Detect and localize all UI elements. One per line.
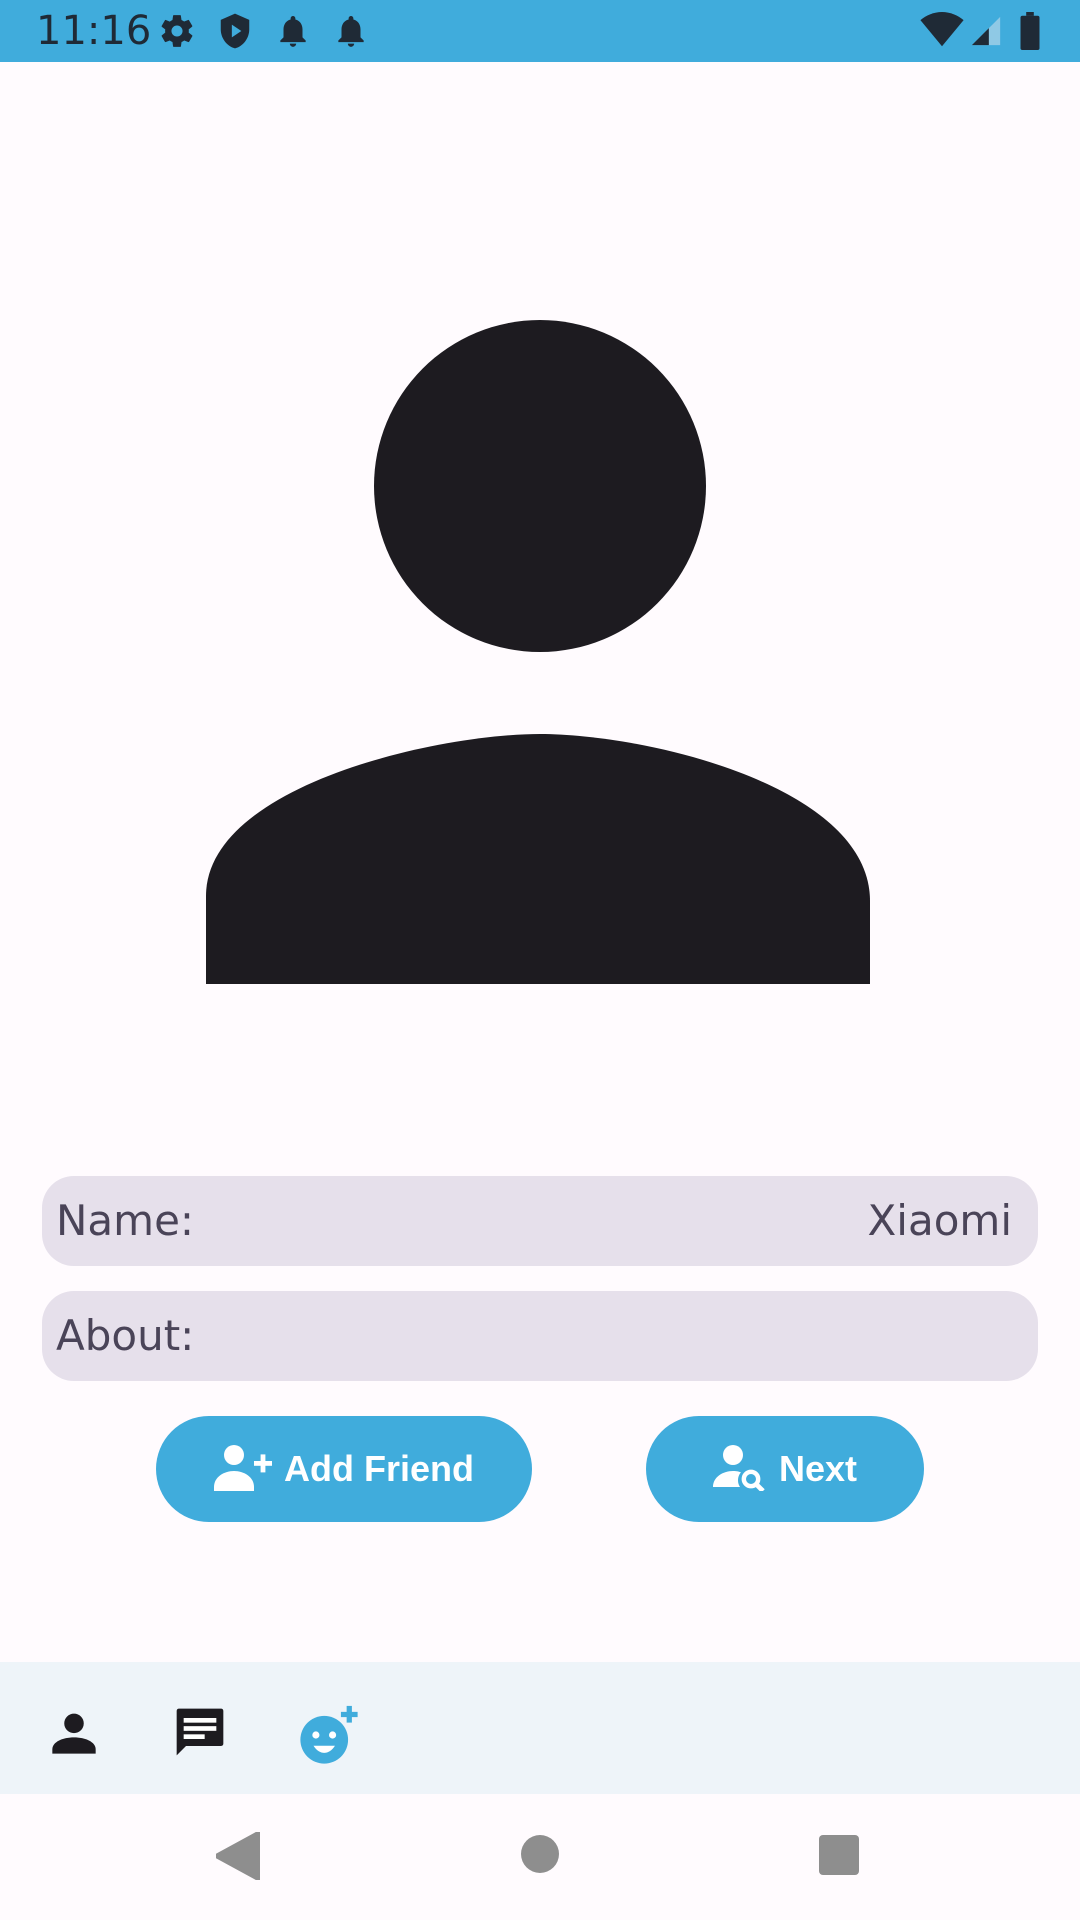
- wifi-icon: [920, 12, 964, 53]
- add-friend-button[interactable]: Add Friend: [156, 1416, 532, 1522]
- next-label: Next: [778, 1448, 858, 1489]
- bottom-nav: [0, 1662, 1080, 1794]
- name-value: Xiaomi: [867, 1196, 1012, 1245]
- status-time: 11:16: [36, 8, 152, 54]
- bell-icon: [274, 12, 312, 55]
- bell-icon: [332, 12, 370, 55]
- about-field[interactable]: About:: [42, 1291, 1038, 1381]
- status-bar: 11:16: [0, 0, 1080, 62]
- back-icon[interactable]: [214, 1830, 262, 1885]
- person-search-icon: [712, 1443, 769, 1496]
- home-icon[interactable]: [520, 1834, 560, 1879]
- profile-avatar: [206, 316, 874, 984]
- shield-play-icon: [216, 12, 254, 55]
- add-friend-label: Add Friend: [284, 1448, 474, 1489]
- name-field[interactable]: Name: Xiaomi: [42, 1176, 1038, 1266]
- about-label: About:: [56, 1311, 195, 1360]
- settings-icon: [158, 12, 196, 55]
- system-nav-bar: [0, 1794, 1080, 1920]
- nav-face-add-icon[interactable]: [298, 1704, 360, 1771]
- name-label: Name:: [56, 1196, 195, 1245]
- nav-profile-person-icon[interactable]: [48, 1706, 100, 1763]
- next-button[interactable]: Next: [646, 1416, 924, 1522]
- battery-icon: [1018, 12, 1042, 55]
- person-add-icon: [214, 1443, 274, 1496]
- nav-chat-icon[interactable]: [172, 1704, 228, 1765]
- recents-icon[interactable]: [818, 1834, 860, 1881]
- signal-icon: [968, 14, 1004, 53]
- person-icon: [206, 320, 870, 984]
